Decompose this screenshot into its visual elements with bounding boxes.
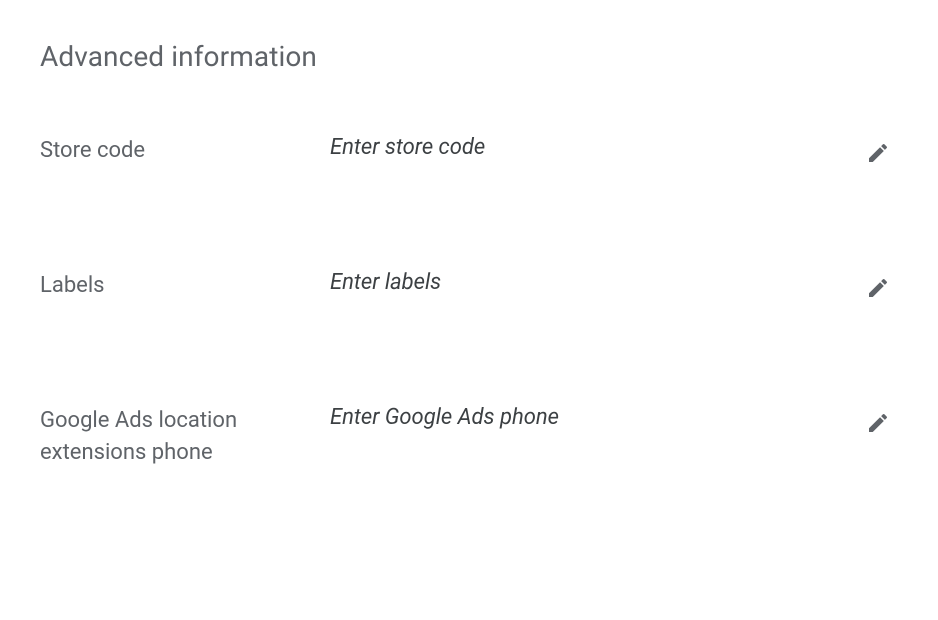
google-ads-phone-value[interactable]: Enter Google Ads phone xyxy=(330,403,858,430)
edit-google-ads-phone-button[interactable] xyxy=(858,403,898,443)
store-code-label: Store code xyxy=(40,133,330,167)
pencil-icon xyxy=(866,411,890,435)
pencil-icon xyxy=(866,276,890,300)
edit-labels-button[interactable] xyxy=(858,268,898,308)
section-title: Advanced information xyxy=(40,40,898,73)
edit-store-code-button[interactable] xyxy=(858,133,898,173)
labels-row: Labels Enter labels xyxy=(40,268,898,308)
store-code-row: Store code Enter store code xyxy=(40,133,898,173)
pencil-icon xyxy=(866,141,890,165)
labels-label: Labels xyxy=(40,268,330,302)
google-ads-phone-row: Google Ads location extensions phone Ent… xyxy=(40,403,898,469)
store-code-value[interactable]: Enter store code xyxy=(330,133,858,160)
labels-value[interactable]: Enter labels xyxy=(330,268,858,295)
google-ads-phone-label: Google Ads location extensions phone xyxy=(40,403,330,469)
